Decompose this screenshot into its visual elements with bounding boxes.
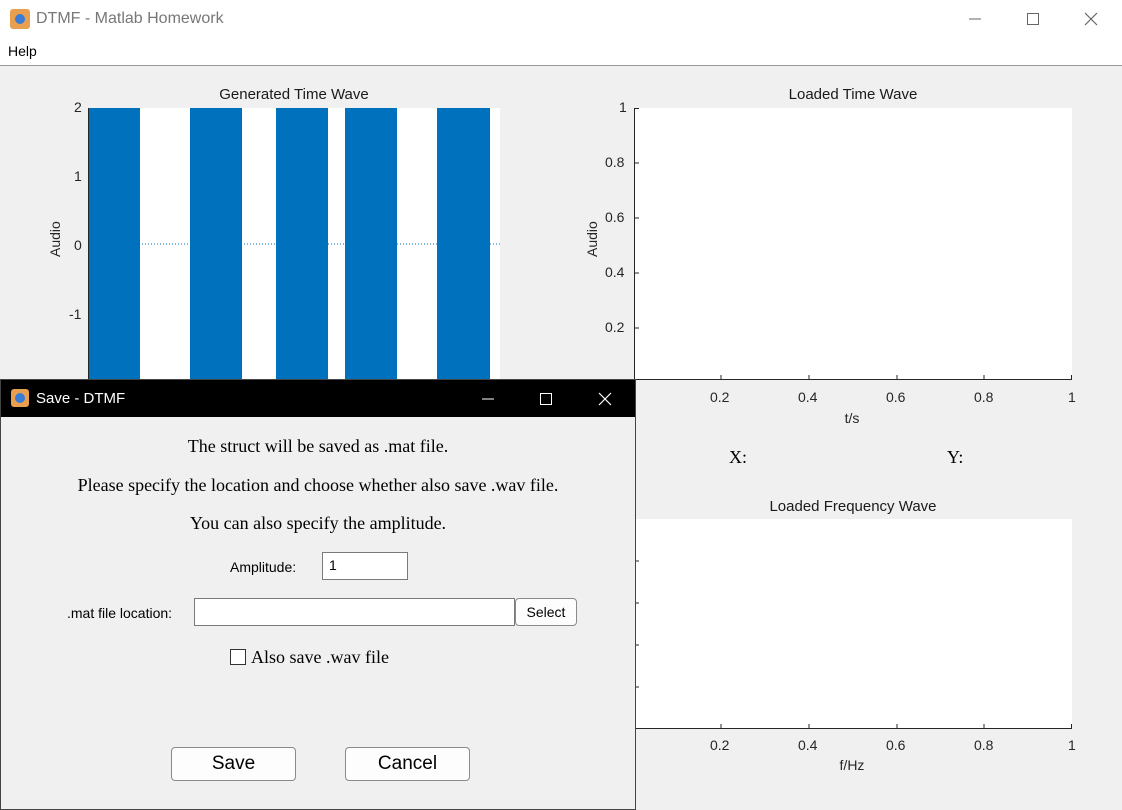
gen-ytick: -1 bbox=[69, 306, 82, 322]
dialog-line-2: Please specify the location and choose w… bbox=[77, 475, 559, 495]
loaded-xtick: 1 bbox=[1068, 389, 1076, 405]
dialog-close-button[interactable] bbox=[576, 380, 634, 417]
loaded-freq-title: Loaded Frequency Wave bbox=[769, 498, 937, 515]
wav-checkbox[interactable] bbox=[230, 649, 246, 665]
loaded-ytick: 0.2 bbox=[605, 319, 625, 335]
loaded-time-plot-area[interactable] bbox=[634, 108, 1072, 380]
tone-burst bbox=[190, 108, 242, 380]
minimize-icon bbox=[482, 398, 494, 399]
loaded-xtick: 0.2 bbox=[710, 389, 730, 405]
dialog-minimize-button[interactable] bbox=[459, 380, 517, 417]
select-button[interactable]: Select bbox=[515, 598, 577, 626]
loaded-time-ylabel: Audio bbox=[584, 221, 600, 257]
tone-burst bbox=[88, 108, 140, 380]
loaded-ytick: 0.8 bbox=[605, 154, 625, 170]
dialog-maximize-button[interactable] bbox=[517, 380, 575, 417]
dialog-title-bar[interactable]: Save - DTMF bbox=[1, 380, 635, 417]
minimize-button[interactable] bbox=[946, 0, 1004, 38]
gen-ytick: 1 bbox=[74, 168, 82, 184]
app-icon bbox=[10, 9, 30, 29]
loaded-time-title: Loaded Time Wave bbox=[788, 86, 918, 103]
x-coord-label: X: bbox=[729, 447, 747, 467]
maximize-icon bbox=[1027, 13, 1039, 25]
menu-bar: Help bbox=[0, 38, 1122, 66]
mat-location-label: .mat file location: bbox=[67, 605, 173, 621]
close-icon bbox=[1084, 12, 1098, 26]
menu-help[interactable]: Help bbox=[8, 43, 37, 59]
tone-burst bbox=[276, 108, 328, 380]
gen-ytick: 2 bbox=[74, 99, 82, 115]
gen-plot-ylabel: Audio bbox=[47, 221, 63, 257]
amplitude-label: Amplitude: bbox=[230, 559, 297, 575]
maximize-icon bbox=[540, 392, 552, 405]
save-dialog: Save - DTMF The struct will be saved as … bbox=[0, 379, 636, 810]
dialog-title: Save - DTMF bbox=[36, 390, 126, 407]
gen-plot-area[interactable] bbox=[88, 108, 500, 380]
wav-checkbox-label[interactable]: Also save .wav file bbox=[251, 647, 389, 668]
minimize-icon bbox=[969, 18, 981, 20]
loaded-xtick: 0.6 bbox=[886, 389, 906, 405]
mat-location-input[interactable] bbox=[194, 598, 515, 626]
freq-xtick: 0.8 bbox=[974, 737, 994, 753]
freq-xtick: 0.2 bbox=[710, 737, 730, 753]
gen-ytick: 0 bbox=[74, 237, 82, 253]
gen-plot-title: Generated Time Wave bbox=[219, 86, 369, 103]
gen-wave-svg bbox=[88, 108, 500, 380]
tone-burst bbox=[437, 108, 490, 380]
loaded-ytick: 1 bbox=[619, 99, 627, 115]
freq-xtick: 0.6 bbox=[886, 737, 906, 753]
loaded-ytick: 0.6 bbox=[605, 209, 625, 225]
maximize-button[interactable] bbox=[1004, 0, 1062, 38]
cancel-button[interactable]: Cancel bbox=[345, 747, 470, 781]
dialog-line-1: The struct will be saved as .mat file. bbox=[187, 436, 449, 456]
save-button[interactable]: Save bbox=[171, 747, 296, 781]
loaded-xtick: 0.8 bbox=[974, 389, 994, 405]
title-bar: DTMF - Matlab Homework bbox=[0, 0, 1122, 38]
freq-xtick: 1 bbox=[1068, 737, 1076, 753]
amplitude-input[interactable]: 1 bbox=[322, 552, 408, 580]
loaded-xtick: 0.4 bbox=[798, 389, 818, 405]
y-coord-label: Y: bbox=[947, 447, 964, 467]
tone-burst bbox=[345, 108, 397, 380]
loaded-freq-xlabel: f/Hz bbox=[839, 757, 865, 773]
dialog-line-3: You can also specify the amplitude. bbox=[189, 513, 447, 533]
app-icon bbox=[11, 389, 29, 407]
loaded-freq-plot-area[interactable] bbox=[634, 519, 1072, 729]
window-title: DTMF - Matlab Homework bbox=[36, 10, 224, 27]
freq-xtick: 0.4 bbox=[798, 737, 818, 753]
close-icon bbox=[598, 392, 612, 405]
loaded-time-xlabel: t/s bbox=[844, 410, 860, 426]
loaded-ytick: 0.4 bbox=[605, 264, 625, 280]
close-button[interactable] bbox=[1062, 0, 1120, 38]
